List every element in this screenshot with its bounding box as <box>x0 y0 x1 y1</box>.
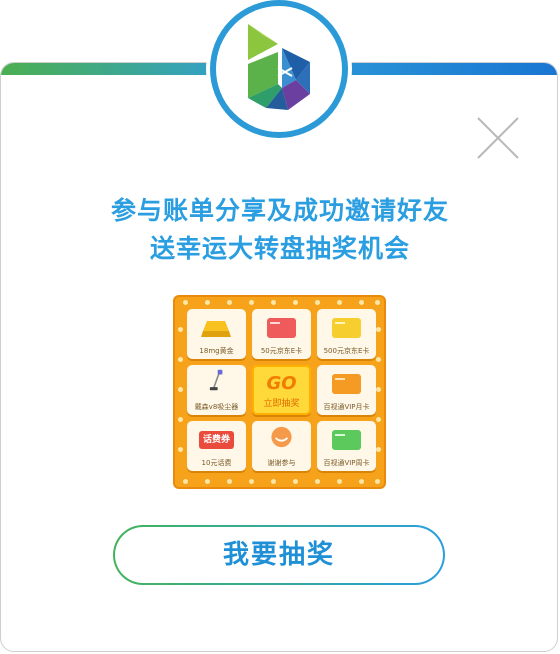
green-card-icon <box>332 430 361 450</box>
close-icon <box>477 117 519 159</box>
orange-card-icon <box>332 374 361 394</box>
prize-cell: 戴森v8吸尘器 <box>187 365 246 415</box>
go-draw-button[interactable]: GO 立即抽奖 <box>252 365 311 415</box>
prize-label: 10元话费 <box>201 459 232 467</box>
phone-credit-icon: 话费券 <box>199 431 234 449</box>
red-card-icon <box>267 318 296 338</box>
prize-cell: 话费券 10元话费 <box>187 421 246 471</box>
vacuum-icon <box>209 369 223 391</box>
prize-label: 戴森v8吸尘器 <box>194 403 239 411</box>
headline-line-1: 参与账单分享及成功邀请好友 <box>110 196 449 225</box>
close-button[interactable] <box>474 114 522 162</box>
phone-credit-tag: 话费券 <box>202 435 230 445</box>
lottery-popup: 参与账单分享及成功邀请好友 送幸运大转盘抽奖机会 18mg黄金 50元京东E卡 … <box>0 0 560 654</box>
prize-label: 500元京东E卡 <box>323 347 370 355</box>
prize-cell: 百视通VIP周卡 <box>317 421 376 471</box>
prize-cell: 百视通VIP月卡 <box>317 365 376 415</box>
prize-cell: 谢谢参与 <box>252 421 311 471</box>
smile-icon <box>271 426 292 448</box>
go-subtext: 立即抽奖 <box>263 399 300 409</box>
prize-label: 50元京东E卡 <box>260 347 303 355</box>
yellow-card-icon <box>332 318 361 338</box>
prize-cell: 50元京东E卡 <box>252 309 311 359</box>
brand-logo-ring <box>210 0 348 138</box>
prize-cell: 18mg黄金 <box>187 309 246 359</box>
prize-label: 百视通VIP月卡 <box>323 403 370 411</box>
go-text: GO <box>266 373 297 394</box>
prize-cell: 500元京东E卡 <box>317 309 376 359</box>
gold-bar-icon <box>201 321 231 337</box>
headline-line-2: 送幸运大转盘抽奖机会 <box>149 234 410 263</box>
prize-label: 18mg黄金 <box>199 347 234 355</box>
brand-cube-logo-icon <box>248 24 310 110</box>
draw-button[interactable]: 我要抽奖 <box>113 525 445 585</box>
lottery-board: 18mg黄金 50元京东E卡 500元京东E卡 戴森v8吸尘器 GO 立即抽奖 … <box>173 295 386 489</box>
prize-label: 谢谢参与 <box>267 459 296 467</box>
prize-label: 百视通VIP周卡 <box>323 459 370 467</box>
promo-headline: 参与账单分享及成功邀请好友 送幸运大转盘抽奖机会 <box>0 192 560 268</box>
